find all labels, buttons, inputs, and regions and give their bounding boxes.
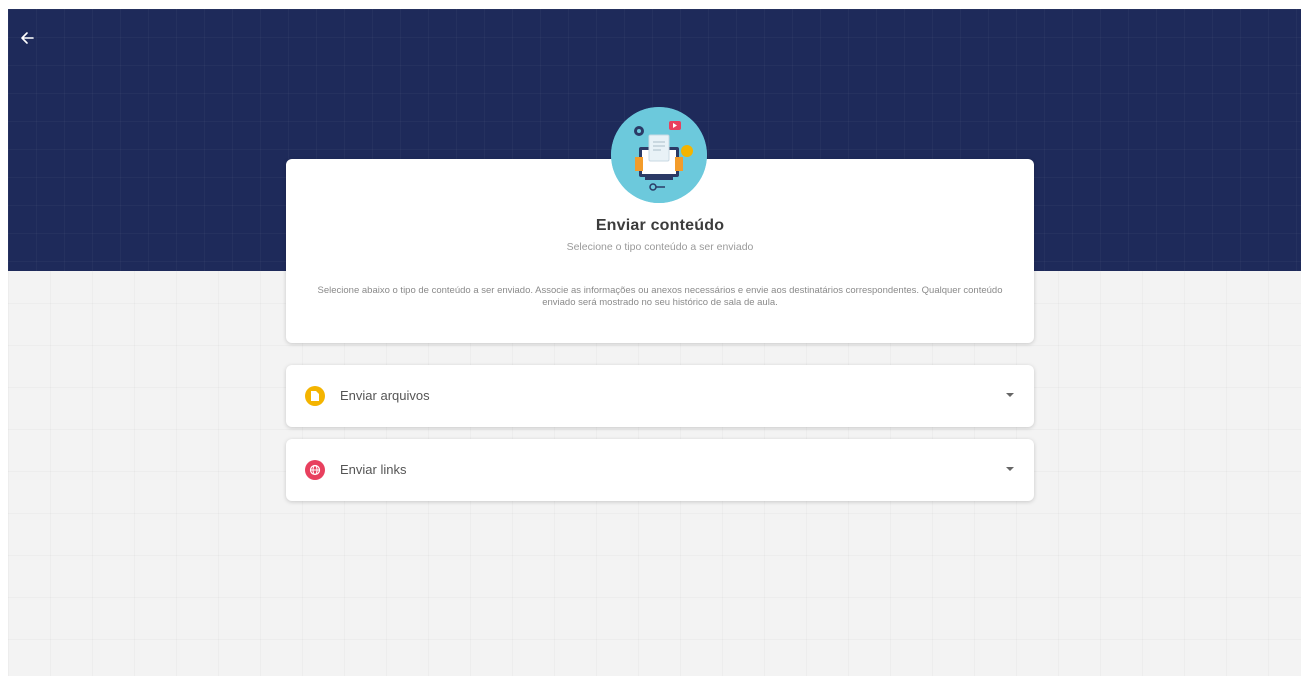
back-button[interactable] — [14, 25, 40, 51]
page-title: Enviar conteúdo — [595, 217, 725, 234]
send-files-label: Enviar arquivos — [340, 388, 430, 403]
send-links-label: Enviar links — [340, 462, 407, 477]
chevron-down-icon[interactable] — [1006, 393, 1014, 397]
file-icon — [305, 386, 325, 406]
content-illustration-icon — [611, 107, 707, 203]
page-subtitle: Selecione o tipo conteúdo a ser enviado — [566, 241, 754, 253]
globe-icon — [305, 460, 325, 480]
page-description: Selecione abaixo o tipo de conteúdo a se… — [317, 285, 1003, 308]
send-files-panel[interactable]: Enviar arquivos — [286, 365, 1034, 427]
page-frame: Enviar conteúdo Selecione o tipo conteúd… — [8, 9, 1301, 676]
arrow-left-icon — [21, 32, 34, 44]
chevron-down-icon[interactable] — [1006, 467, 1014, 471]
send-links-panel[interactable]: Enviar links — [286, 439, 1034, 501]
